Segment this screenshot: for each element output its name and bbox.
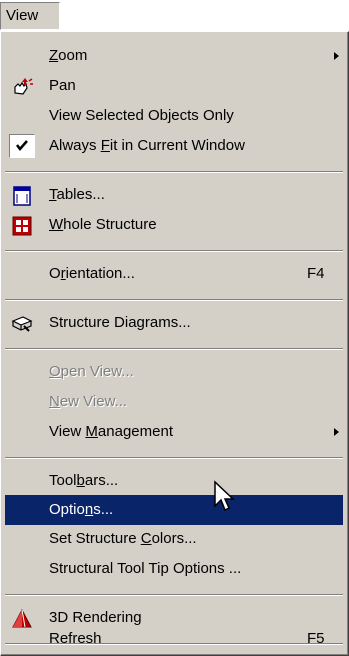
menu-item-open-view: Open View... [49,363,134,380]
menu-item-set-structure-colors[interactable]: Set Structure Colors... [5,524,343,554]
check-icon [16,140,28,151]
menu-item-refresh[interactable]: Refresh F5 [5,624,343,654]
pan-hand-icon [14,78,33,95]
menu-item-pan[interactable]: Pan [5,71,343,101]
menu-item-structural-tool-tip-options[interactable]: Structural Tool Tip Options ... [5,554,343,584]
structure-diagrams-icon [11,316,33,332]
menu-item-zoom[interactable]: Zoom [5,41,343,71]
menu-item-toolbars[interactable]: Toolbars... [5,466,343,496]
menu-item-structure-diagrams[interactable]: Structure Diagrams... [5,308,343,338]
menu-item-new-view: New View... [49,393,128,410]
menu-separator [5,299,343,301]
menu-separator [5,171,343,173]
table-window-icon [13,186,31,206]
menu-item-tables[interactable]: Tables... [5,180,343,210]
mouse-pointer-icon [214,480,235,512]
menu-separator [5,348,343,350]
menu-item-always-fit-in-current-window[interactable]: Always Fit in Current Window [5,131,343,161]
menu-item-whole-structure[interactable]: Whole Structure [5,210,343,240]
submenu-arrow-icon [334,52,339,60]
shortcut-label: F5 [307,630,325,647]
checkmark-box [9,134,35,158]
menu-item-orientation[interactable]: Orientation... F4 [5,259,343,289]
menu-separator [5,594,343,596]
shortcut-label: F4 [307,265,325,282]
view-menu-title[interactable]: View [0,2,60,30]
submenu-arrow-icon [334,428,339,436]
menu-bar: View [0,0,349,33]
menu-item-view-selected-objects-only[interactable]: View Selected Objects Only [5,101,343,131]
whole-structure-icon [12,216,32,236]
view-dropdown-menu: Zoom Pan View Selected Objects Only Alwa… [0,31,349,656]
menu-item-view-management[interactable]: View Management [5,417,343,447]
menu-item-options[interactable]: Options... [5,495,343,525]
menu-separator [5,457,343,459]
menu-separator [5,250,343,252]
